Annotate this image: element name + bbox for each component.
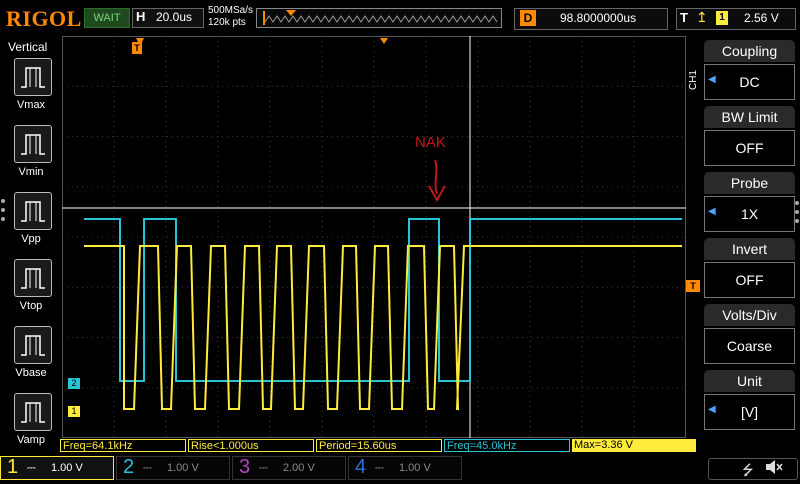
measure-vbase-button[interactable] [14, 326, 52, 364]
usb-icon: ⭍ [742, 462, 754, 478]
brand-logo: RIGOL [6, 6, 82, 31]
selector-arrow-icon: ◀ [708, 206, 716, 217]
menu-unit[interactable]: Unit [V] ◀ [704, 370, 795, 432]
menu-title: Coupling [704, 40, 795, 62]
channel-label: CH1 [688, 70, 699, 91]
coupling-dc-icon: ⎓ [143, 462, 152, 474]
channel-1-trace [84, 245, 682, 410]
arrow-down-icon [425, 158, 449, 209]
panel-page-dots-icon [0, 196, 6, 226]
channel-scale: 1.00 V [399, 462, 431, 474]
measure-vmax-button[interactable] [14, 58, 52, 96]
waveform-canvas [62, 36, 686, 438]
menu-title: Volts/Div [704, 304, 795, 326]
measurement-item: Max=3.36 V [572, 439, 696, 452]
selector-arrow-icon: ◀ [708, 74, 716, 85]
menu-value[interactable]: [V] [704, 394, 795, 430]
menu-title: Probe [704, 172, 795, 194]
channel-3-indicator[interactable]: 3 ⎓ 2.00 V [232, 456, 346, 480]
channel-number: 1 [7, 456, 19, 478]
trigger-status-badge: WAIT [84, 8, 130, 28]
measure-vbase-icon [21, 335, 45, 356]
measure-vamp-icon [21, 402, 45, 423]
speaker-mute-icon[interactable] [764, 458, 784, 481]
channel-scale: 1.00 V [51, 462, 83, 474]
right-page-dots-icon [794, 198, 800, 233]
measurement-item: Period=15.60us [316, 439, 442, 452]
waveform-display[interactable] [62, 36, 686, 438]
measure-vamp-label: Vamp [17, 434, 45, 446]
channel-number: 3 [239, 456, 251, 478]
measure-vpp-icon [21, 201, 45, 222]
measure-vtop-button[interactable] [14, 259, 52, 297]
channel-scale: 2.00 V [283, 462, 315, 474]
measure-vmin-button[interactable] [14, 125, 52, 163]
left-panel-title: Vertical [8, 40, 48, 54]
memory-depth: 120k pts [208, 17, 246, 28]
measure-vbase-label: Vbase [15, 367, 47, 379]
delay-value: 98.8000000us [560, 11, 637, 25]
menu-volts-div[interactable]: Volts/Div Coarse [704, 304, 795, 366]
measure-vpp-label: Vpp [21, 233, 41, 245]
nak-annotation: NAK [415, 134, 446, 151]
center-marker-icon [380, 38, 388, 44]
menu-value[interactable]: 1X [704, 196, 795, 232]
menu-title: Invert [704, 238, 795, 260]
menu-value[interactable]: Coarse [704, 328, 795, 364]
menu-value[interactable]: OFF [704, 130, 795, 166]
measure-vtop-label: Vtop [19, 300, 43, 312]
sample-rate: 500MSa/s [208, 5, 254, 16]
measure-vtop-icon [21, 268, 45, 289]
overview-trigger-icon [286, 10, 296, 16]
channel-4-indicator[interactable]: 4 ⎓ 1.00 V [348, 456, 462, 480]
measure-vmax-icon [21, 67, 45, 88]
delay-prefix: D [520, 10, 536, 26]
coupling-dc-icon: ⎓ [375, 462, 384, 474]
menu-title: Unit [704, 370, 795, 392]
rising-edge-icon: ↥ [696, 9, 708, 25]
measure-vpp-button[interactable] [14, 192, 52, 230]
coupling-dc-icon: ⎓ [259, 462, 268, 474]
channel-2-indicator[interactable]: 2 ⎓ 1.00 V [116, 456, 230, 480]
menu-value[interactable]: DC [704, 64, 795, 100]
trigger-level: 2.56 V [744, 11, 779, 25]
channel-number: 4 [355, 456, 367, 478]
measurement-item: Freq=64.1kHz [60, 439, 186, 452]
measurement-item: Rise<1.000us [188, 439, 314, 452]
trigger-level-marker[interactable]: T [686, 280, 700, 292]
timebase-value: 20.0us [156, 10, 193, 24]
menu-bw-limit[interactable]: BW Limit OFF [704, 106, 795, 168]
channel-scale: 1.00 V [167, 462, 199, 474]
measure-vmin-label: Vmin [18, 166, 44, 178]
menu-coupling[interactable]: Coupling DC ◀ [704, 40, 795, 102]
ch2-offset-marker[interactable]: 2 [68, 378, 80, 389]
trigger-time-marker[interactable]: T [132, 42, 142, 54]
coupling-dc-icon: ⎓ [27, 462, 36, 474]
measurement-item: Freq=45.0kHz [444, 439, 570, 452]
selector-arrow-icon: ◀ [708, 404, 716, 415]
timebase-prefix: H [136, 9, 146, 24]
menu-title: BW Limit [704, 106, 795, 128]
menu-value[interactable]: OFF [704, 262, 795, 298]
menu-probe[interactable]: Probe 1X ◀ [704, 172, 795, 234]
waveform-overview-bar[interactable] [256, 8, 502, 28]
channel-1-indicator[interactable]: 1 ⎓ 1.00 V [0, 456, 114, 480]
trigger-prefix: T [680, 10, 688, 25]
ch1-offset-marker[interactable]: 1 [68, 406, 80, 417]
measure-vamp-button[interactable] [14, 393, 52, 431]
channel-number: 2 [123, 456, 135, 478]
trigger-source: 1 [716, 11, 728, 25]
measure-vmax-label: Vmax [16, 99, 46, 111]
menu-invert[interactable]: Invert OFF [704, 238, 795, 300]
measure-vmin-icon [21, 134, 45, 155]
overview-wave-icon [263, 10, 498, 25]
